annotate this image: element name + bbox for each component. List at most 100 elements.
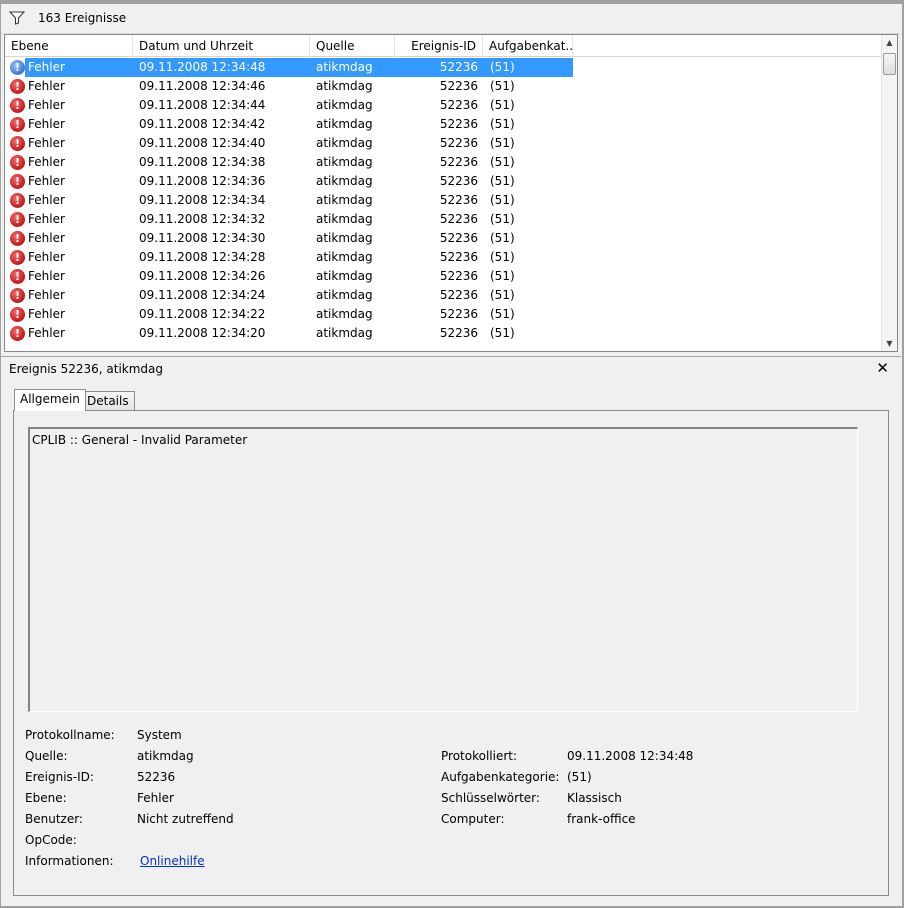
filter-icon[interactable] — [9, 11, 25, 25]
property-value: Klassisch — [567, 791, 622, 805]
property-value: 52236 — [137, 770, 176, 784]
property-value: System — [137, 728, 182, 742]
column-header: Ebene Datum und Uhrzeit Quelle Ereignis-… — [5, 35, 882, 57]
property-label: Schlüsselwörter: — [441, 791, 540, 805]
cell-event-id: 52236 — [439, 269, 478, 283]
cell-level: Fehler — [28, 60, 65, 74]
cell-datetime: 09.11.2008 12:34:44 — [139, 98, 266, 112]
property-value: (51) — [567, 770, 592, 784]
cell-event-id: 52236 — [439, 60, 478, 74]
cell-event-id: 52236 — [439, 250, 478, 264]
error-icon — [10, 212, 25, 227]
cell-datetime: 09.11.2008 12:34:28 — [139, 250, 266, 264]
cell-datetime: 09.11.2008 12:34:36 — [139, 174, 266, 188]
table-row[interactable]: Fehler 09.11.2008 12:34:44 atikmdag 52236 (5… — [5, 96, 882, 115]
table-row[interactable]: Fehler 09.11.2008 12:34:40 atikmdag 52236 (5… — [5, 134, 882, 153]
cell-task-category: (51) — [490, 174, 515, 188]
property-label: Ereignis-ID: — [25, 770, 94, 784]
cell-datetime: 09.11.2008 12:34:46 — [139, 79, 266, 93]
detail-title: Ereignis 52236, atikmdag — [9, 362, 164, 376]
cell-task-category: (51) — [490, 326, 515, 340]
cell-datetime: 09.11.2008 12:34:34 — [139, 193, 266, 207]
tab-allgemein[interactable]: Allgemein — [14, 389, 86, 411]
cell-task-category: (51) — [490, 60, 515, 74]
error-icon — [10, 98, 25, 113]
table-row[interactable]: Fehler 09.11.2008 12:34:20 atikmdag 52236 (5… — [5, 324, 882, 343]
cell-level: Fehler — [28, 79, 65, 93]
cell-event-id: 52236 — [439, 117, 478, 131]
cell-datetime: 09.11.2008 12:34:48 — [139, 60, 266, 74]
cell-level: Fehler — [28, 288, 65, 302]
scroll-up-arrow-icon[interactable]: ▲ — [885, 38, 894, 47]
table-row[interactable]: Fehler 09.11.2008 12:34:24 atikmdag 52236 (5… — [5, 286, 882, 305]
cell-datetime: 09.11.2008 12:34:20 — [139, 326, 266, 340]
cell-level: Fehler — [28, 136, 65, 150]
cell-source: atikmdag — [316, 269, 373, 283]
toolbar: 163 Ereignisse — [1, 4, 901, 34]
table-row[interactable]: Fehler 09.11.2008 12:34:34 atikmdag 52236 (5… — [5, 191, 882, 210]
cell-task-category: (51) — [490, 288, 515, 302]
column-ebene[interactable]: Ebene — [5, 35, 133, 57]
cell-event-id: 52236 — [439, 79, 478, 93]
property-value: Nicht zutreffend — [137, 812, 234, 826]
column-task-category[interactable]: Aufgabenkat... — [483, 35, 573, 57]
cell-task-category: (51) — [490, 231, 515, 245]
cell-task-category: (51) — [490, 250, 515, 264]
cell-level: Fehler — [28, 250, 65, 264]
error-icon — [10, 193, 25, 208]
column-datetime[interactable]: Datum und Uhrzeit — [133, 35, 310, 57]
cell-event-id: 52236 — [439, 136, 478, 150]
cell-event-id: 52236 — [439, 231, 478, 245]
table-row[interactable]: Fehler 09.11.2008 12:34:26 atikmdag 52236 (5… — [5, 267, 882, 286]
scroll-thumb[interactable] — [883, 53, 896, 75]
property-value: 09.11.2008 12:34:48 — [567, 749, 694, 763]
property-value: atikmdag — [137, 749, 194, 763]
cell-source: atikmdag — [316, 79, 373, 93]
event-list[interactable]: Ebene Datum und Uhrzeit Quelle Ereignis-… — [4, 34, 898, 352]
cell-datetime: 09.11.2008 12:34:42 — [139, 117, 266, 131]
column-event-id[interactable]: Ereignis-ID — [395, 35, 483, 57]
tab-details[interactable]: Details — [81, 391, 135, 410]
cell-source: atikmdag — [316, 326, 373, 340]
cell-event-id: 52236 — [439, 212, 478, 226]
error-icon — [10, 79, 25, 94]
property-value: Fehler — [137, 791, 174, 805]
event-message-box[interactable]: CPLIB :: General - Invalid Parameter — [28, 427, 858, 712]
cell-event-id: 52236 — [439, 193, 478, 207]
table-row[interactable]: Fehler 09.11.2008 12:34:28 atikmdag 52236 (5… — [5, 248, 882, 267]
cell-task-category: (51) — [490, 193, 515, 207]
error-icon — [10, 155, 25, 170]
cell-task-category: (51) — [490, 155, 515, 169]
table-row[interactable]: Fehler 09.11.2008 12:34:32 atikmdag 52236 (5… — [5, 210, 882, 229]
online-help-link[interactable]: Onlinehilfe — [140, 854, 205, 868]
table-row[interactable]: Fehler 09.11.2008 12:34:38 atikmdag 52236 (5… — [5, 153, 882, 172]
cell-datetime: 09.11.2008 12:34:38 — [139, 155, 266, 169]
error-icon — [10, 307, 25, 322]
table-row[interactable]: Fehler 09.11.2008 12:34:36 atikmdag 52236 (5… — [5, 172, 882, 191]
table-row[interactable]: Fehler 09.11.2008 12:34:48 atikmdag 52236 (5… — [5, 58, 882, 77]
vertical-scrollbar[interactable]: ▲ ▼ — [881, 35, 897, 351]
error-icon — [10, 60, 25, 75]
cell-task-category: (51) — [490, 79, 515, 93]
table-row[interactable]: Fehler 09.11.2008 12:34:30 atikmdag 52236 (5… — [5, 229, 882, 248]
cell-level: Fehler — [28, 174, 65, 188]
cell-event-id: 52236 — [439, 288, 478, 302]
cell-source: atikmdag — [316, 98, 373, 112]
property-label: Protokolliert: — [441, 749, 518, 763]
cell-datetime: 09.11.2008 12:34:24 — [139, 288, 266, 302]
close-icon[interactable]: ✕ — [876, 359, 889, 377]
cell-source: atikmdag — [316, 288, 373, 302]
column-quelle[interactable]: Quelle — [310, 35, 395, 57]
cell-task-category: (51) — [490, 98, 515, 112]
property-label: Ebene: — [25, 791, 67, 805]
cell-source: atikmdag — [316, 307, 373, 321]
scroll-down-arrow-icon[interactable]: ▼ — [885, 339, 894, 348]
table-row[interactable]: Fehler 09.11.2008 12:34:42 atikmdag 52236 (5… — [5, 115, 882, 134]
property-label: Quelle: — [25, 749, 68, 763]
cell-level: Fehler — [28, 155, 65, 169]
table-row[interactable]: Fehler 09.11.2008 12:34:22 atikmdag 52236 (5… — [5, 305, 882, 324]
cell-task-category: (51) — [490, 117, 515, 131]
table-row[interactable]: Fehler 09.11.2008 12:34:46 atikmdag 52236 (5… — [5, 77, 882, 96]
error-icon — [10, 250, 25, 265]
cell-datetime: 09.11.2008 12:34:40 — [139, 136, 266, 150]
